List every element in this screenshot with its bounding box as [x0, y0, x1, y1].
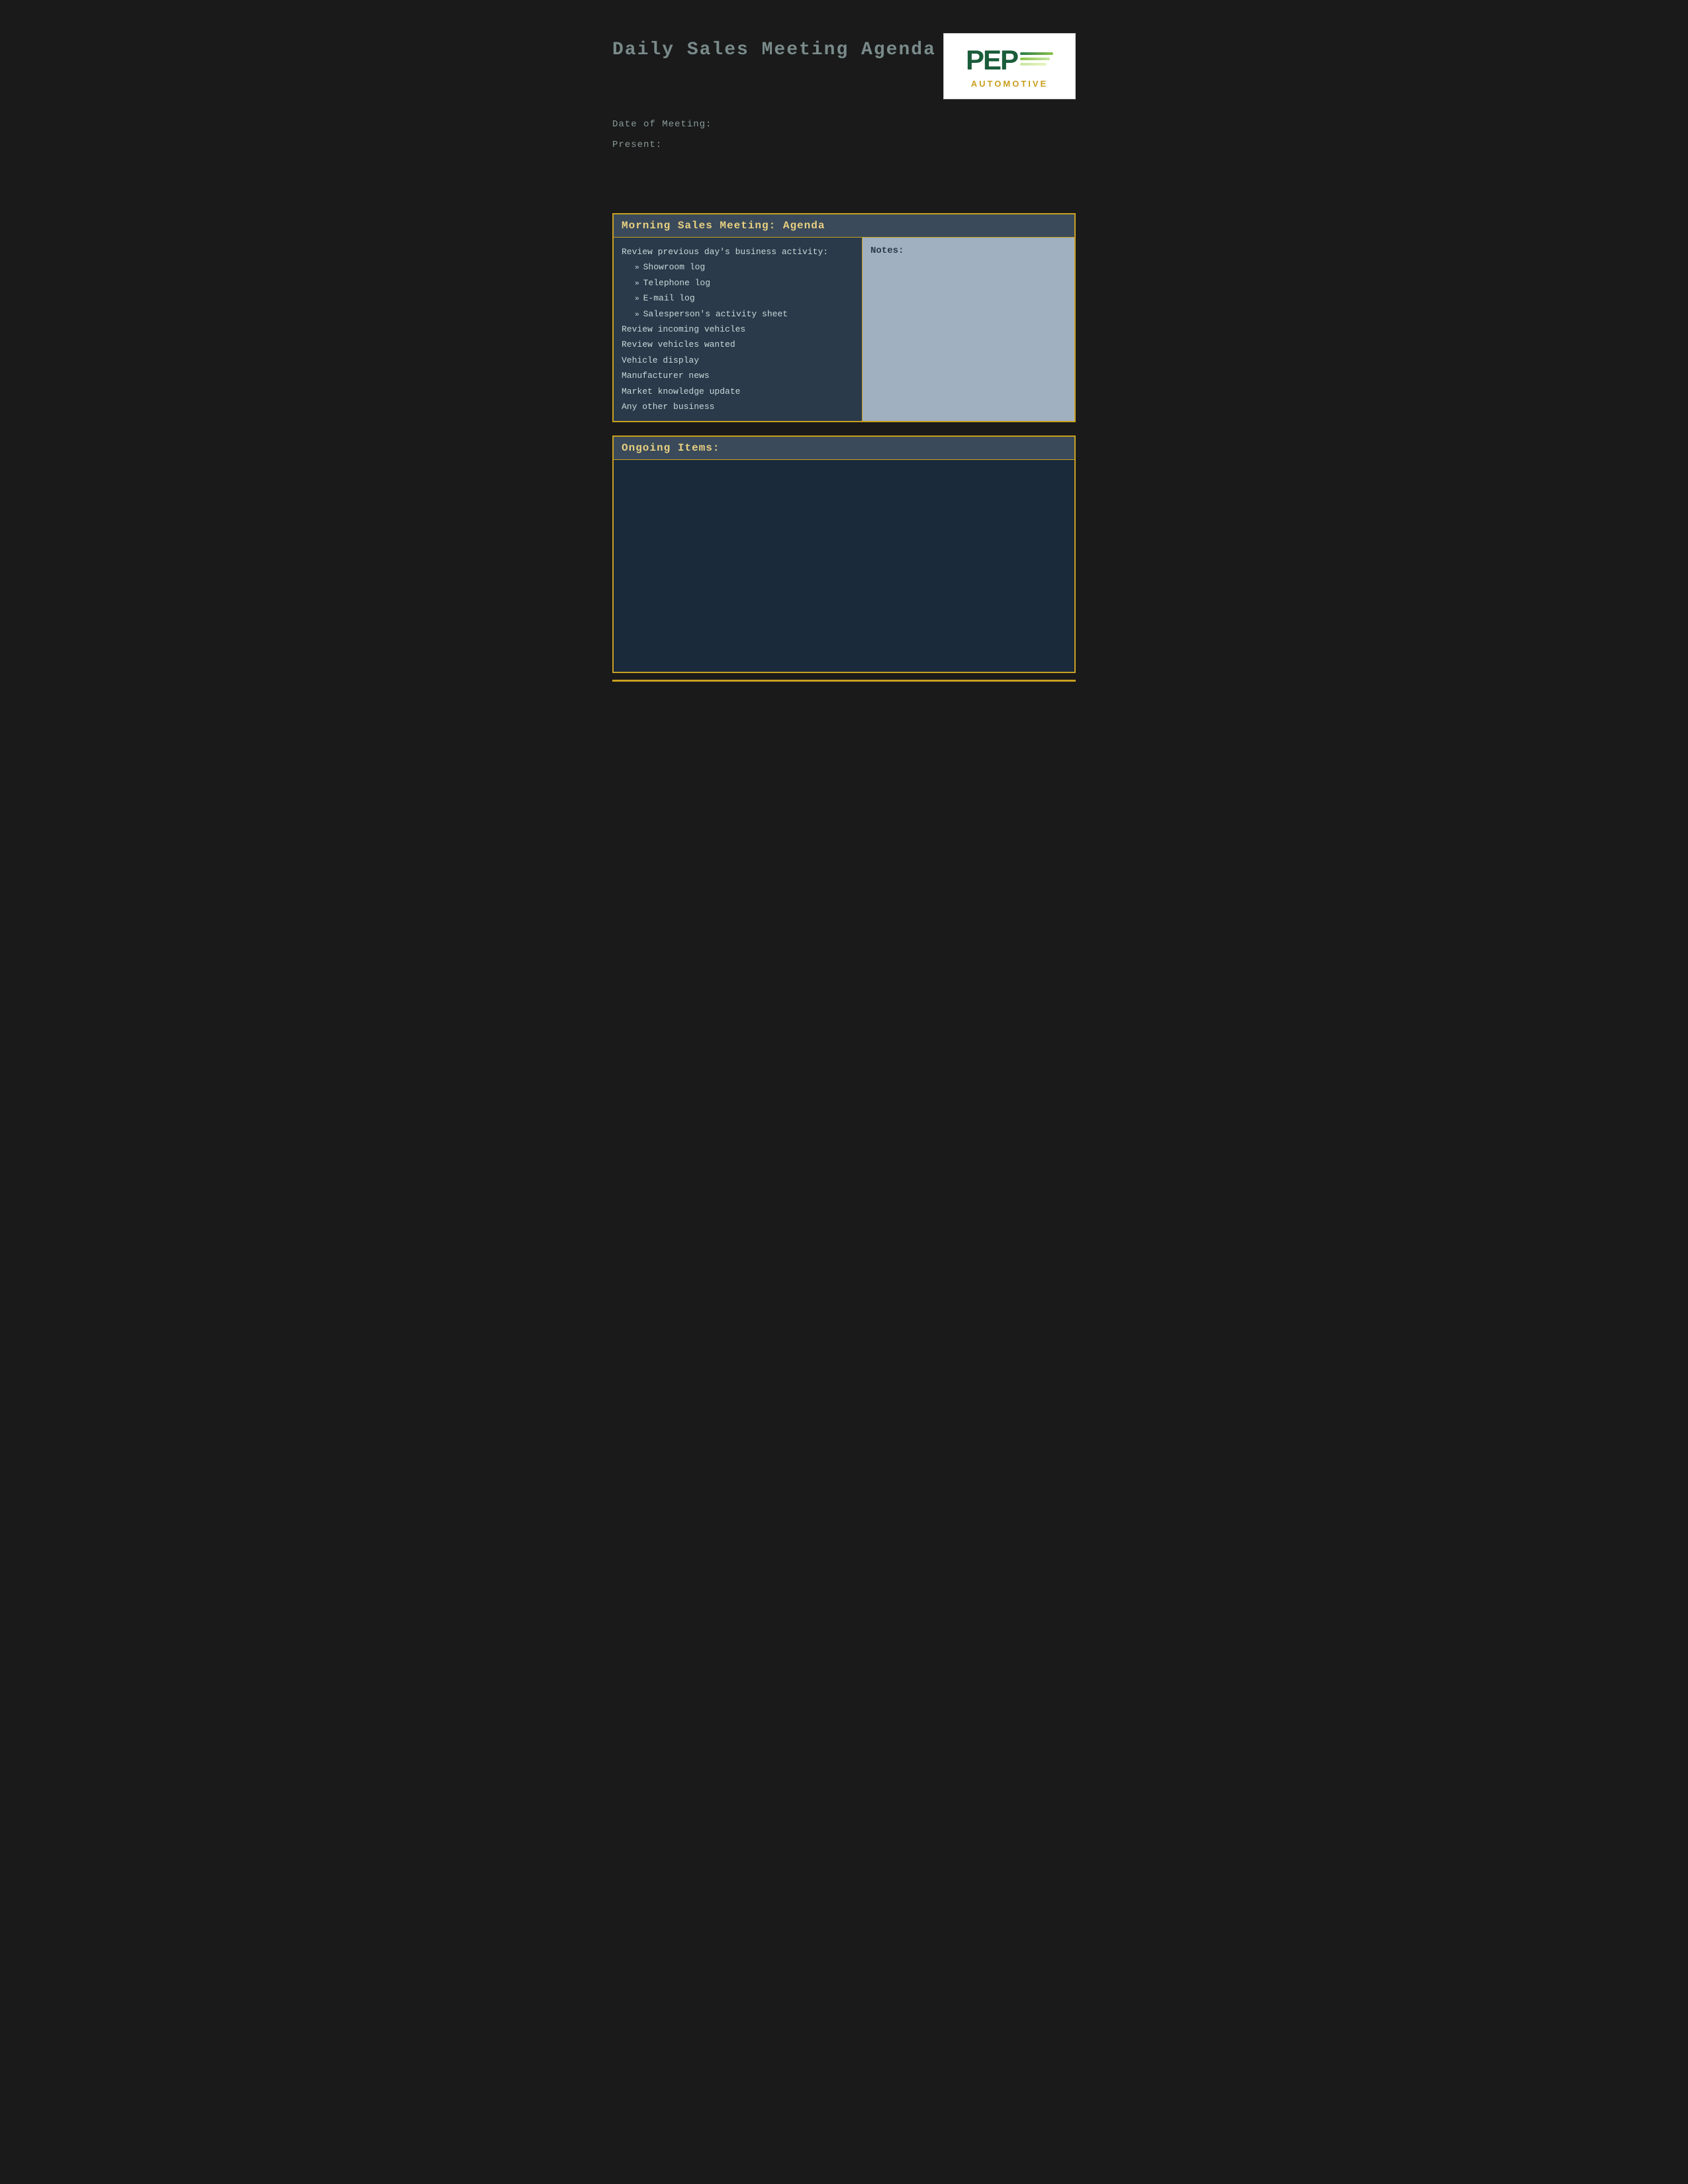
sub-item-telephone-text: Telephone log [643, 275, 710, 291]
manufacturer-news-item: Manufacturer news [622, 368, 854, 383]
ongoing-section-header-text: Ongoing Items: [622, 442, 720, 454]
bullet-icon: » [635, 264, 639, 272]
sub-item-salesperson: » Salesperson's activity sheet [622, 306, 854, 322]
bullet-icon: » [635, 295, 639, 303]
present-label: Present: [612, 140, 1076, 150]
review-previous-label: Review previous day's business activity: [622, 244, 854, 259]
wave-3-icon [1020, 63, 1047, 66]
logo-pep: PEP [966, 44, 1053, 76]
morning-section-body: Review previous day's business activity:… [614, 238, 1074, 421]
sub-item-showroom-text: Showroom log [643, 259, 706, 275]
page-title: Daily Sales Meeting Agenda [612, 40, 936, 60]
wave-1-icon [1020, 52, 1053, 55]
ongoing-section-body [614, 460, 1074, 672]
market-knowledge-item: Market knowledge update [622, 384, 854, 399]
bottom-border [612, 680, 1076, 682]
any-other-business-item: Any other business [622, 399, 854, 414]
sub-item-showroom: » Showroom log [622, 259, 854, 275]
sub-item-email-text: E-mail log [643, 291, 695, 306]
notes-label: Notes: [870, 246, 904, 256]
notes-panel: Notes: [863, 238, 1074, 421]
sub-item-telephone: » Telephone log [622, 275, 854, 291]
logo-waves [1020, 52, 1053, 66]
bullet-icon: » [635, 280, 639, 288]
morning-section-header-text: Morning Sales Meeting: Agenda [622, 220, 825, 232]
morning-sales-meeting-section: Morning Sales Meeting: Agenda Review pre… [612, 213, 1076, 422]
logo-automotive-text: AUTOMOTIVE [971, 79, 1048, 89]
review-vehicles-wanted-item: Review vehicles wanted [622, 337, 854, 352]
date-label: Date of Meeting: [612, 119, 1076, 130]
ongoing-items-section: Ongoing Items: [612, 435, 1076, 673]
logo-container: PEP AUTOMOTIVE [943, 33, 1076, 99]
review-incoming-item: Review incoming vehicles [622, 322, 854, 337]
meta-section: Date of Meeting: Present: [612, 119, 1076, 150]
header: Daily Sales Meeting Agenda PEP AUTOMOTIV… [612, 33, 1076, 99]
vehicle-display-item: Vehicle display [622, 353, 854, 368]
ongoing-section-header: Ongoing Items: [614, 437, 1074, 460]
morning-section-header: Morning Sales Meeting: Agenda [614, 214, 1074, 238]
agenda-list: Review previous day's business activity:… [614, 238, 863, 421]
logo-pep-text: PEP [966, 44, 1017, 76]
sub-item-salesperson-text: Salesperson's activity sheet [643, 306, 788, 322]
sub-item-email: » E-mail log [622, 291, 854, 306]
wave-2-icon [1020, 58, 1050, 60]
bullet-icon: » [635, 311, 639, 319]
spacer [612, 160, 1076, 213]
page: Daily Sales Meeting Agenda PEP AUTOMOTIV… [586, 13, 1102, 702]
